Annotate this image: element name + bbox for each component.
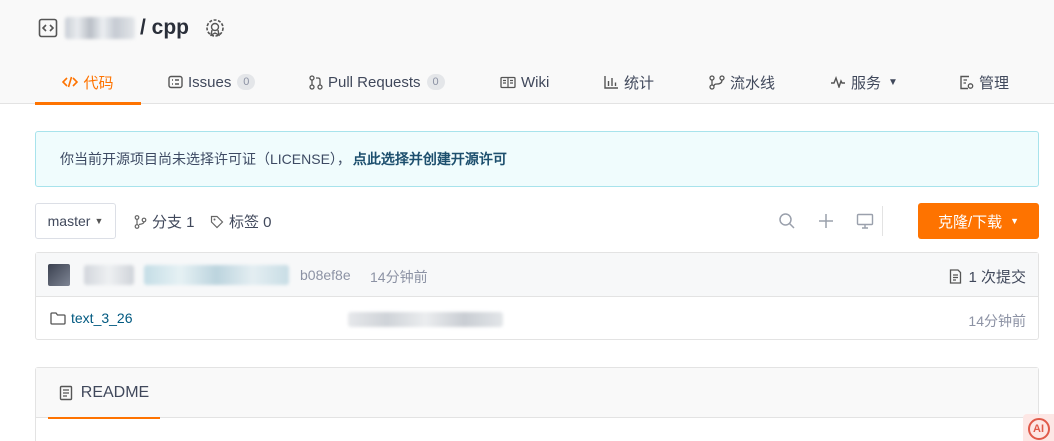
code-box-icon	[37, 17, 59, 39]
tab-stats-label: 统计	[624, 74, 655, 92]
pull-request-icon	[309, 74, 323, 90]
commit-author-redacted[interactable]	[84, 265, 134, 285]
repo-tabs: 代码 Issues 0 Pull Requests 0 Wiki 统计 流水线 …	[35, 60, 1035, 105]
readme-panel: README	[35, 367, 1039, 441]
pipeline-icon	[709, 74, 725, 90]
branch-select-label: master	[47, 213, 91, 229]
caret-down-icon: ▼	[1010, 216, 1020, 226]
tab-issues-label: Issues	[188, 73, 232, 91]
tab-stats[interactable]: 统计	[604, 60, 654, 104]
document-icon	[59, 385, 73, 401]
tab-pull-requests[interactable]: Pull Requests 0	[309, 60, 445, 104]
ai-assistant-icon: AI	[1027, 418, 1050, 440]
settings-doc-icon	[959, 75, 974, 90]
tags-link[interactable]: 标签 0	[210, 211, 272, 232]
branch-icon	[134, 214, 147, 229]
bar-chart-icon	[604, 75, 619, 89]
toolbar-divider	[882, 206, 883, 236]
tab-services[interactable]: 服务 ▼	[830, 60, 898, 104]
commit-time: 14分钟前	[370, 269, 428, 285]
pulse-icon	[830, 76, 846, 88]
table-row[interactable]: text_3_26 14分钟前	[36, 297, 1038, 340]
commits-count-label: 1 次提交	[968, 269, 1026, 286]
search-icon[interactable]	[778, 212, 796, 230]
add-file-icon[interactable]	[817, 212, 835, 230]
repo-toolbar: master ▼ 分支 1 标签 0 克隆/下载 ▼	[35, 202, 1039, 240]
branches-link[interactable]: 分支 1	[134, 211, 195, 232]
readme-title: README	[80, 384, 150, 401]
tab-issues[interactable]: Issues 0	[168, 60, 256, 104]
clone-download-button[interactable]: 克隆/下载 ▼	[918, 203, 1039, 239]
tab-pipeline[interactable]: 流水线	[709, 60, 775, 104]
award-badge-icon[interactable]	[203, 16, 227, 40]
tag-icon	[210, 215, 224, 229]
branches-link-label: 分支 1	[152, 214, 195, 231]
repo-title: / cpp	[37, 12, 227, 44]
tab-pull-requests-label: Pull Requests	[328, 73, 421, 91]
commit-hash-link[interactable]: b08ef8e	[300, 267, 351, 283]
tab-code[interactable]: 代码	[35, 60, 141, 105]
web-ide-icon[interactable]	[856, 212, 874, 230]
readme-tab[interactable]: README	[48, 368, 160, 419]
repo-name[interactable]: / cpp	[140, 16, 189, 40]
repo-owner-redacted[interactable]	[65, 17, 135, 39]
create-license-link[interactable]: 点此选择并创建开源许可	[353, 149, 507, 169]
license-notice-text: 你当前开源项目尚未选择许可证（LICENSE），	[60, 151, 351, 167]
commits-count-link[interactable]: 1 次提交	[949, 266, 1026, 287]
tab-code-label: 代码	[83, 74, 114, 92]
file-list: b08ef8e 14分钟前 1 次提交 text_3_26 14分钟前	[35, 252, 1039, 340]
tab-services-label: 服务	[851, 74, 882, 92]
license-notice: 你当前开源项目尚未选择许可证（LICENSE）， 点此选择并创建开源许可	[35, 131, 1039, 187]
file-commit-message-redacted[interactable]	[348, 312, 503, 327]
file-name-label: text_3_26	[71, 310, 133, 326]
tab-wiki-label: Wiki	[521, 73, 550, 91]
branch-select[interactable]: master ▼	[35, 203, 116, 239]
commit-message-redacted[interactable]	[144, 265, 289, 285]
avatar[interactable]	[48, 264, 70, 286]
tab-manage-label: 管理	[979, 74, 1010, 92]
tab-pipeline-label: 流水线	[730, 74, 776, 92]
tab-manage[interactable]: 管理	[959, 60, 1009, 104]
issues-icon	[168, 75, 183, 89]
repo-header: / cpp 代码 Issues 0 Pull Requests 0 Wiki 统…	[0, 0, 1054, 105]
tab-wiki[interactable]: Wiki	[500, 60, 549, 104]
pull-requests-count-badge: 0	[426, 74, 445, 90]
clone-download-label: 克隆/下载	[937, 213, 1003, 231]
latest-commit-row: b08ef8e 14分钟前 1 次提交	[36, 253, 1038, 297]
issues-count-badge: 0	[237, 74, 256, 90]
tags-link-label: 标签 0	[229, 214, 272, 231]
file-time: 14分钟前	[968, 313, 1026, 329]
code-icon	[62, 75, 79, 89]
file-name-link[interactable]: text_3_26	[50, 310, 133, 326]
readme-header: README	[36, 368, 1038, 419]
caret-down-icon: ▼	[94, 216, 104, 226]
folder-icon	[50, 311, 66, 325]
chevron-down-icon: ▼	[888, 76, 898, 88]
commit-log-icon	[949, 269, 962, 284]
ai-assistant-badge[interactable]: AI	[1023, 414, 1054, 441]
wiki-icon	[500, 76, 516, 89]
